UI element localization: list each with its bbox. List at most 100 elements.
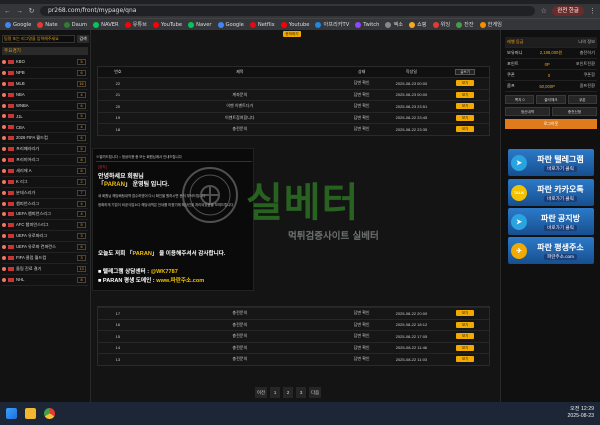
league-item[interactable]: UEFA 유로파리그 3 <box>2 231 88 243</box>
windows-start-icon[interactable] <box>6 408 17 419</box>
league-item[interactable]: NPB 6 <box>2 68 88 79</box>
view-button[interactable]: 보기 <box>456 321 475 328</box>
user-action-button[interactable]: 충전신청 <box>552 107 597 116</box>
bookmark-item[interactable]: 유튜브 <box>124 21 147 28</box>
league-item[interactable]: FIFA 클럽 월드컵 3 <box>2 253 88 264</box>
bookmark-item[interactable]: YouTube <box>152 21 182 28</box>
forward-icon[interactable]: → <box>16 8 23 15</box>
view-button[interactable]: 보기 <box>456 80 475 87</box>
view-button[interactable]: 보기 <box>456 333 475 340</box>
league-item[interactable]: 프리미어리그 8 <box>2 155 88 166</box>
bookmark-item[interactable]: Daum <box>63 21 87 28</box>
page-button[interactable]: 3 <box>296 387 307 398</box>
write-button[interactable]: 글쓰기 <box>455 69 476 75</box>
page-button[interactable]: 2 <box>283 387 294 398</box>
bookmark-item[interactable]: Twitch <box>355 21 379 28</box>
league-item[interactable]: K 리그 2 <box>2 177 88 188</box>
stat-link[interactable]: 포인트전환 <box>576 61 595 67</box>
telegram-id[interactable]: @WK7787 <box>151 269 178 275</box>
promo-banner[interactable]: TALK 파란 카카오톡 바로가기 클릭 <box>508 179 594 206</box>
view-button[interactable]: 보기 <box>456 344 475 351</box>
user-action-button[interactable]: 쪽지 0 <box>505 95 535 104</box>
table-row[interactable]: 22 답변 확인 2025-08-23 00:00 보기 <box>98 77 489 89</box>
file-explorer-icon[interactable] <box>25 408 36 419</box>
menu-icon[interactable]: ⋮ <box>589 7 596 15</box>
inquiry-button[interactable]: 문의하기 <box>283 31 301 37</box>
view-button[interactable]: 보기 <box>456 310 475 317</box>
logout-button[interactable]: 로그아웃 <box>505 119 597 129</box>
table-row[interactable]: 17 충전문의 답변 확인 2025-08-22 20:00 보기 <box>98 307 489 319</box>
table-row[interactable]: 18 충전문의 답변 확인 2025-08-22 23:35 보기 <box>98 123 489 135</box>
page-button[interactable]: 1 <box>270 387 281 398</box>
bookmark-item[interactable]: Youtube <box>280 21 309 28</box>
league-count: 6 <box>77 244 86 251</box>
bookmark-item[interactable]: Naver <box>188 21 212 28</box>
bookmark-item[interactable]: 위잉 <box>432 21 450 28</box>
league-name: 분데스리가 <box>16 189 36 195</box>
table-row[interactable]: 15 충전문의 답변 확인 2025-08-22 17:05 보기 <box>98 330 489 342</box>
league-item[interactable]: AFC 챔피언스리그 5 <box>2 220 88 232</box>
stat-link[interactable]: 쿠폰함 <box>583 72 595 78</box>
view-button[interactable]: 보기 <box>456 114 475 121</box>
promo-banner[interactable]: ➤ 파란 텔레그램 바로가기 클릭 <box>508 149 594 176</box>
table-row[interactable]: 20 이벤 이벤트다가 답변 확인 2025-08-23 23:51 보기 <box>98 100 489 112</box>
table-row[interactable]: 14 충전문의 답변 확인 2025-08-22 11:46 보기 <box>98 341 489 353</box>
user-action-button[interactable]: 쿠폰 <box>567 95 597 104</box>
user-action-button[interactable]: 정산내역 <box>505 107 550 116</box>
league-item[interactable]: UEFA 유로파 컨퍼런스 6 <box>2 242 88 254</box>
bookmark-item[interactable]: 엑소 <box>385 21 403 28</box>
reload-icon[interactable]: ↻ <box>28 7 35 15</box>
profile-button[interactable]: 완전 한글 <box>552 6 584 16</box>
system-clock: 오전 12:29 2025-08-23 <box>567 406 594 420</box>
bookmark-item[interactable]: 아프리카TV <box>315 21 349 28</box>
league-item[interactable]: MLB 16 <box>2 79 88 90</box>
table-row[interactable]: 13 충전문의 답변 확인 2025-08-22 11:03 보기 <box>98 353 489 365</box>
bookmark-favicon-icon <box>5 21 11 28</box>
league-search-input[interactable]: 팀명 또는 리그명을 입력해주세요 <box>2 34 75 43</box>
league-item[interactable]: NBA 4 <box>2 90 88 101</box>
table-row[interactable]: 19 이벤트참여합니다 답변 확인 2025-08-22 23:45 보기 <box>98 111 489 123</box>
view-button[interactable]: 보기 <box>456 103 475 110</box>
league-item[interactable]: 챔피언스리그 4 <box>2 199 88 210</box>
bookmark-item[interactable]: Google <box>217 21 244 28</box>
league-search-button[interactable]: 검색 <box>77 34 89 43</box>
domain-link[interactable]: www.파란주소.com <box>156 278 204 284</box>
bookmark-item[interactable]: NAVER <box>93 21 119 28</box>
league-item[interactable]: 프리메라리가 5 <box>2 144 88 156</box>
view-button[interactable]: 보기 <box>456 126 475 133</box>
league-item[interactable]: CBA 4 <box>2 122 88 134</box>
bookmark-item[interactable]: Google <box>5 21 31 28</box>
table-row[interactable]: 16 충전문의 답변 확인 2025-08-22 18:12 보기 <box>98 318 489 330</box>
league-item[interactable]: 올림 진료 결기 13 <box>2 264 88 275</box>
league-item[interactable]: 2026 FIFA 월드컵 6 <box>2 133 88 145</box>
league-item[interactable]: 분데스리가 7 <box>2 188 88 199</box>
league-item[interactable]: 세리에 A 6 <box>2 166 88 177</box>
my-info-link[interactable]: 나의 정보 <box>578 39 595 45</box>
country-flag-icon <box>8 136 14 141</box>
bookmark-item[interactable]: Nate <box>37 21 58 28</box>
stat-link[interactable]: 충전하기 <box>580 50 595 56</box>
address-bar[interactable]: pr268.com/front/mypage/qna <box>40 6 536 16</box>
table-row[interactable]: 21 계좌문의 답변 확인 2025-08-23 00:00 보기 <box>98 88 489 100</box>
page-button[interactable]: 다음 <box>309 387 322 398</box>
view-button[interactable]: 보기 <box>456 356 475 363</box>
promo-banner[interactable]: ✈ 파란 평생주소 파란주소.com <box>508 237 594 264</box>
chrome-icon[interactable] <box>44 408 55 419</box>
back-icon[interactable]: ← <box>4 8 11 15</box>
page-button[interactable]: 이전 <box>255 387 268 398</box>
league-item[interactable]: UEFA 챔피언스리그 4 <box>2 209 88 221</box>
bookmark-item[interactable]: Netflix <box>249 21 275 28</box>
league-item[interactable]: NHL 8 <box>2 275 88 286</box>
user-action-button[interactable]: 출석체크 <box>536 95 566 104</box>
star-icon[interactable]: ☆ <box>540 7 547 15</box>
bookmark-item[interactable]: 잔잔 <box>456 21 474 28</box>
view-button[interactable]: 보기 <box>456 91 475 98</box>
league-item[interactable]: J1L 5 <box>2 111 88 123</box>
league-item[interactable]: WNBA 6 <box>2 101 88 112</box>
league-item[interactable]: KBO 5 <box>2 57 88 68</box>
bookmark-item[interactable]: 쇼핑 <box>409 21 427 28</box>
promo-banner[interactable]: ➤ 파란 공지방 바로가기 클릭 <box>508 208 594 235</box>
stat-link[interactable]: 콤프전환 <box>580 83 595 89</box>
banner-text: 파란 평생주소 파란주소.com <box>530 242 591 260</box>
bookmark-item[interactable]: 한게임 <box>479 21 502 28</box>
